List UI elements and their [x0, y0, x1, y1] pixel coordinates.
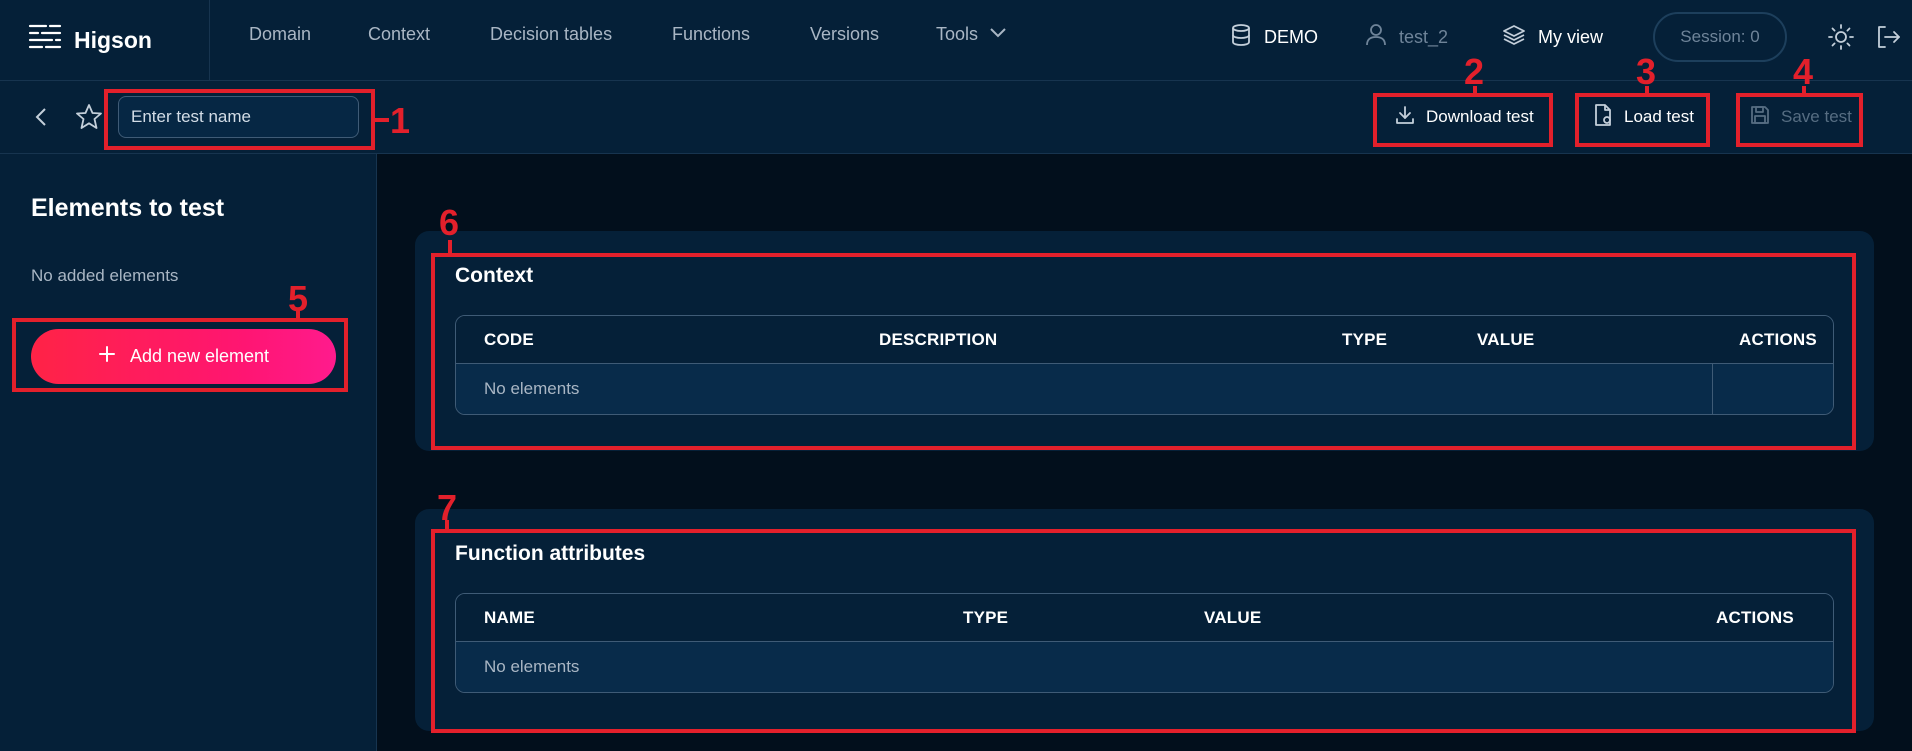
theme-toggle-sun-icon[interactable] — [1825, 21, 1857, 53]
annotation-number-5: 5 — [288, 278, 309, 319]
sidebar: Elements to test No added elements Add n… — [0, 154, 377, 751]
nav-tools[interactable]: Tools — [936, 24, 1008, 45]
higson-logo-icon — [28, 23, 62, 58]
nav-domain[interactable]: Domain — [249, 24, 311, 45]
user-label: test_2 — [1399, 27, 1449, 47]
star-icon[interactable] — [74, 102, 104, 132]
annotation-box-2 — [1373, 93, 1553, 147]
nav-tools-label: Tools — [936, 24, 979, 44]
layers-icon — [1502, 23, 1526, 52]
back-arrow-icon[interactable] — [28, 103, 56, 131]
nav-functions[interactable]: Functions — [672, 24, 750, 45]
session-button[interactable]: Session: 0 — [1653, 12, 1787, 62]
nav-context[interactable]: Context — [368, 24, 430, 45]
app-name: Higson — [74, 27, 152, 53]
annotation-box-4 — [1736, 93, 1863, 147]
logout-icon[interactable] — [1872, 21, 1904, 53]
annotation-number-6: 6 — [439, 202, 460, 243]
annotation-leader-1 — [375, 118, 389, 122]
annotation-box-6 — [431, 253, 1856, 450]
database-icon — [1230, 23, 1252, 52]
top-navbar: Higson Domain Context Decision tables Fu… — [0, 0, 1912, 81]
nav-versions[interactable]: Versions — [810, 24, 879, 45]
annotation-box-5 — [12, 318, 348, 392]
annotation-box-3 — [1575, 93, 1710, 147]
sidebar-empty-text: No added elements — [31, 266, 179, 285]
chevron-down-icon — [988, 24, 1008, 45]
environment-selector[interactable]: DEMO — [1230, 23, 1318, 52]
annotation-box-1 — [104, 89, 375, 150]
annotation-number-2: 2 — [1464, 51, 1485, 92]
view-label: My view — [1538, 27, 1604, 47]
annotation-number-7: 7 — [437, 487, 458, 528]
annotation-number-1: 1 — [390, 100, 411, 141]
annotation-number-3: 3 — [1636, 51, 1657, 92]
sidebar-title: Elements to test — [31, 194, 225, 222]
nav-decision-tables[interactable]: Decision tables — [490, 24, 612, 45]
user-menu[interactable]: test_2 — [1365, 23, 1448, 52]
annotation-box-7 — [431, 529, 1856, 733]
logo[interactable]: Higson — [0, 0, 210, 81]
user-icon — [1365, 23, 1387, 52]
annotation-number-4: 4 — [1793, 51, 1814, 92]
view-selector[interactable]: My view — [1502, 23, 1603, 52]
environment-label: DEMO — [1264, 27, 1318, 47]
